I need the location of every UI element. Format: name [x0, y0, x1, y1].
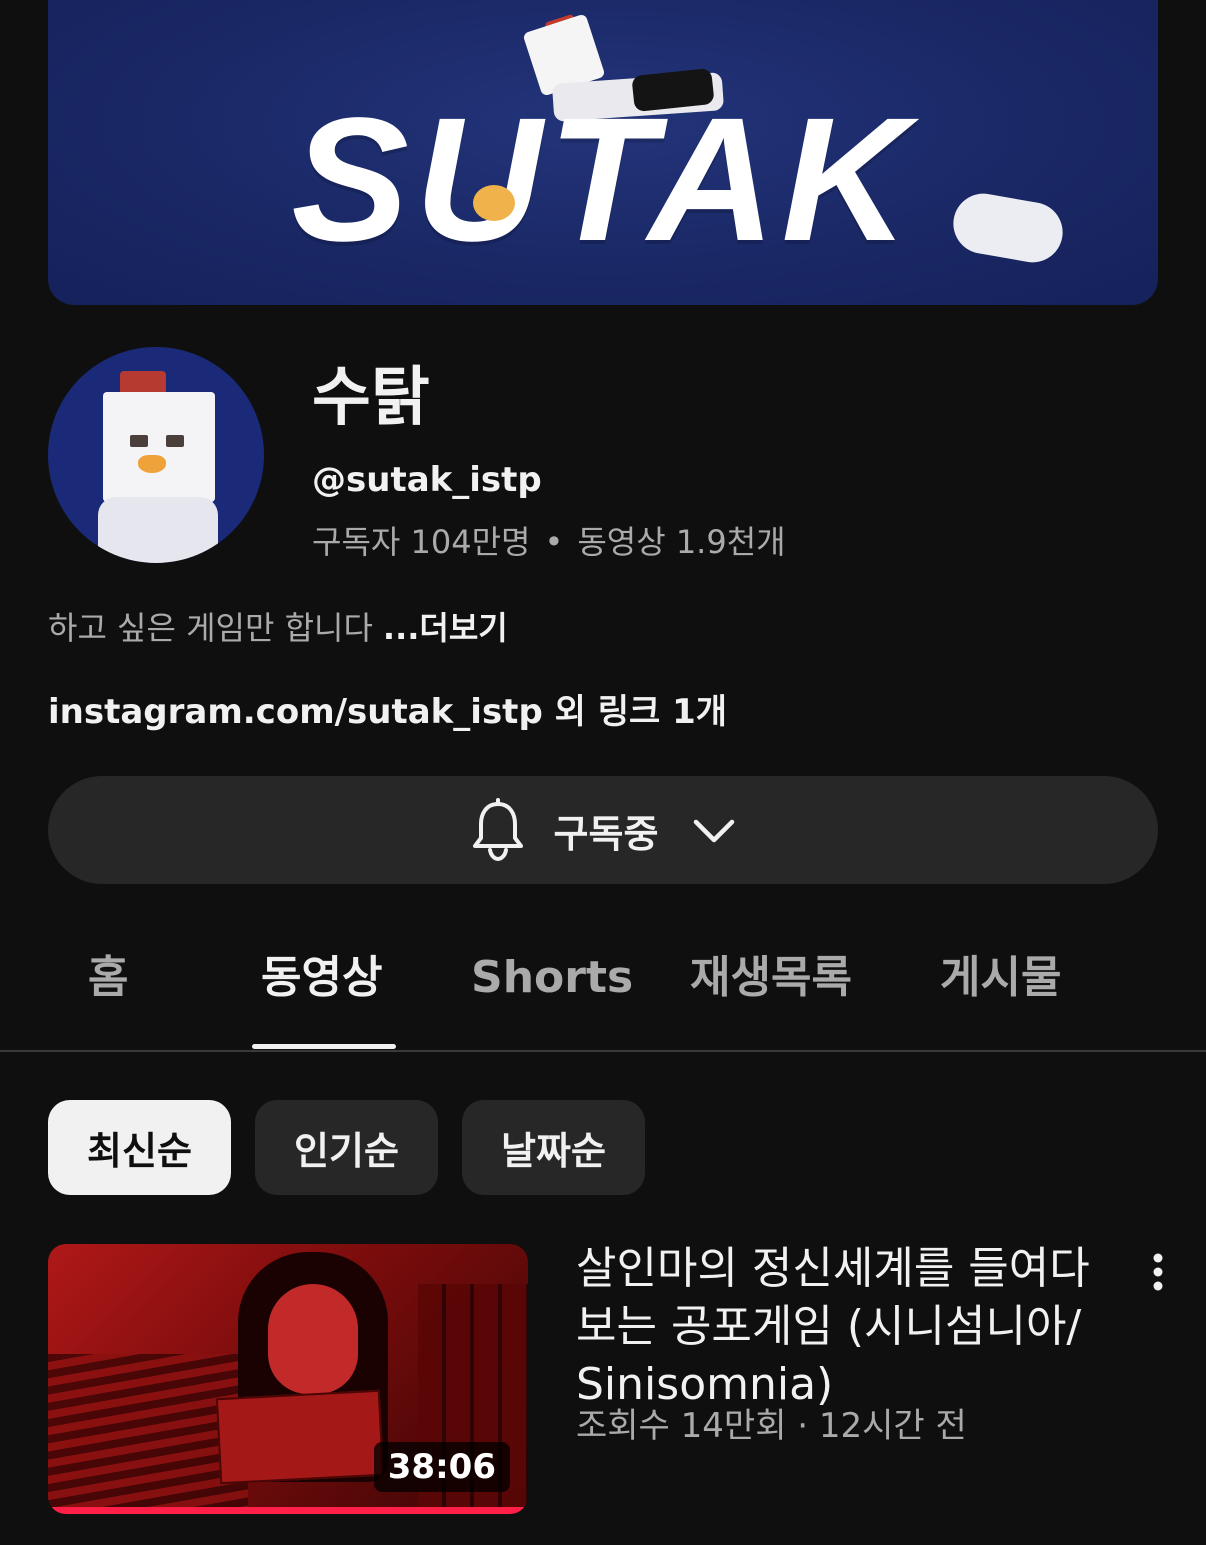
- active-tab-indicator: [252, 1044, 396, 1049]
- chip-latest[interactable]: 최신순: [48, 1100, 231, 1195]
- channel-banner: SUTAK: [48, 0, 1158, 305]
- avatar-head: [103, 392, 215, 502]
- tab-posts[interactable]: 게시물: [940, 950, 1061, 1006]
- channel-description[interactable]: 하고 싶은 게임만 합니다 ...더보기: [48, 607, 508, 649]
- video-meta: 조회수 14만회 · 12시간 전: [576, 1406, 967, 1446]
- channel-tabs: 홈 동영상 Shorts 재생목록 게시물: [0, 930, 1206, 1052]
- chip-popular[interactable]: 인기순: [255, 1100, 438, 1195]
- thumbnail-box: [215, 1389, 385, 1485]
- channel-links[interactable]: instagram.com/sutak_istp 외 링크 1개: [48, 690, 727, 734]
- video-title[interactable]: 살인마의 정신세계를 들여다 보는 공포게임 (시니섬니아/ Sinisomni…: [576, 1240, 1116, 1414]
- watch-progress-bar: [48, 1507, 528, 1514]
- video-thumbnail[interactable]: 38:06: [48, 1244, 528, 1514]
- channel-handle: @sutak_istp: [312, 460, 542, 500]
- channel-name: 수탉: [312, 361, 430, 435]
- more-vert-icon[interactable]: [1142, 1250, 1174, 1294]
- chevron-down-icon: [694, 819, 735, 843]
- avatar-eye: [166, 435, 184, 447]
- tab-playlists[interactable]: 재생목록: [690, 950, 852, 1006]
- description-text: 하고 싶은 게임만 합니다: [48, 609, 373, 647]
- bell-icon: [472, 798, 523, 862]
- tab-videos[interactable]: 동영상: [261, 950, 382, 1006]
- subscribed-label: 구독중: [553, 811, 659, 856]
- banner-small-chick: [473, 185, 515, 221]
- more-link[interactable]: ...더보기: [383, 609, 508, 647]
- stats-separator: •: [544, 523, 564, 561]
- chip-oldest[interactable]: 날짜순: [462, 1100, 645, 1195]
- avatar-beak: [138, 455, 166, 473]
- video-count: 동영상 1.9천개: [577, 523, 786, 561]
- channel-avatar[interactable]: [48, 347, 264, 563]
- avatar-eye: [130, 435, 148, 447]
- channel-page: SUTAK 수탉 @sutak_istp 구독자 104만명 • 동영상 1.9천개…: [0, 0, 1206, 1545]
- tab-shorts[interactable]: Shorts: [471, 950, 633, 1006]
- subscriber-count: 구독자 104만명: [312, 523, 531, 561]
- thumbnail-face: [268, 1284, 358, 1394]
- subscribed-button[interactable]: 구독중: [48, 776, 1158, 884]
- avatar-body: [98, 497, 218, 563]
- channel-stats: 구독자 104만명 • 동영상 1.9천개: [312, 521, 786, 563]
- tab-home[interactable]: 홈: [88, 950, 128, 1006]
- video-duration: 38:06: [373, 1442, 510, 1492]
